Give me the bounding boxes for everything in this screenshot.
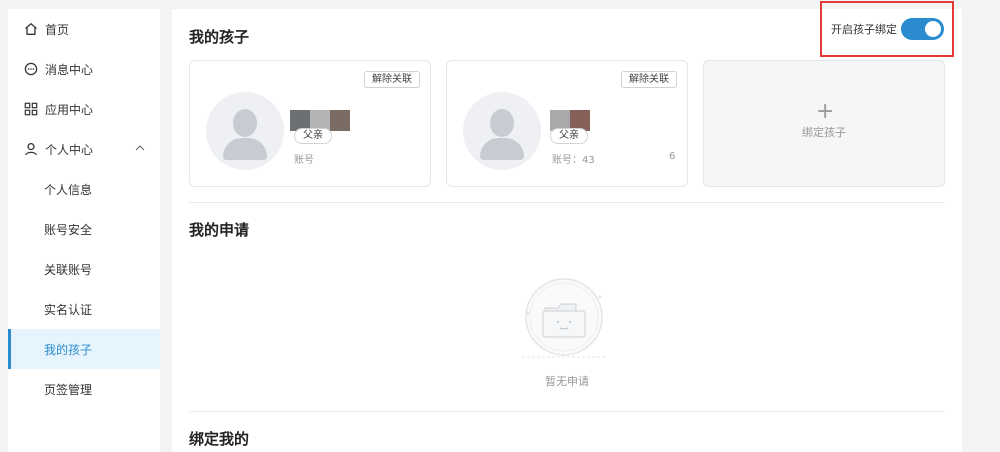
unbind-button[interactable]: 解除关联 (621, 71, 677, 88)
account-text: 账号：43 (552, 155, 595, 166)
sidebar-item-account-security[interactable]: 账号安全 (8, 209, 160, 249)
main-panel: 我的孩子 开启孩子绑定 解除关联 父亲 账号 解除关联 父亲 账号：43 6 +… (172, 1, 962, 452)
sidebar-item-label: 账号安全 (44, 222, 93, 237)
divider (189, 411, 945, 412)
nav-apps-label: 应用中心 (45, 102, 94, 117)
sidebar-item-personal-info[interactable]: 个人信息 (8, 169, 160, 209)
nav-messages-label: 消息中心 (45, 62, 94, 77)
sidebar-item-label: 我的孩子 (44, 342, 93, 357)
empty-requests-text: 暂无申请 (545, 375, 589, 388)
bind-child-card[interactable]: + 绑定孩子 (703, 60, 945, 187)
avatar (463, 92, 541, 170)
child-binding-toggle-group: 开启孩子绑定 (820, 1, 954, 57)
grid-icon (24, 102, 38, 116)
message-icon (24, 62, 38, 76)
sidebar-item-real-name[interactable]: 实名认证 (8, 289, 160, 329)
child-binding-toggle[interactable] (901, 18, 944, 40)
child-binding-toggle-label: 开启孩子绑定 (831, 23, 897, 36)
bind-child-label: 绑定孩子 (802, 126, 846, 139)
sidebar-item-tab-management[interactable]: 页签管理 (8, 369, 160, 409)
account-text: 账号 (294, 155, 314, 166)
sidebar-item-label: 实名认证 (44, 302, 93, 317)
child-card: 解除关联 父亲 账号：43 6 (446, 60, 688, 187)
nav-apps[interactable]: 应用中心 (8, 89, 160, 129)
relation-badge: 父亲 (294, 128, 332, 144)
unbind-button[interactable]: 解除关联 (364, 71, 420, 88)
sidebar: 首页 消息中心 应用中心 个人中心 个人信息 账号安全 关联账号 实名认证 我的… (8, 9, 160, 452)
chevron-up-icon[interactable] (134, 142, 146, 157)
sidebar-item-label: 关联账号 (44, 262, 93, 277)
plus-icon: + (816, 99, 835, 124)
nav-home-label: 首页 (45, 22, 70, 37)
nav-personal-label: 个人中心 (45, 142, 94, 157)
user-icon (24, 142, 38, 156)
avatar (206, 92, 284, 170)
sidebar-item-linked-accounts[interactable]: 关联账号 (8, 249, 160, 289)
my-children-title: 我的孩子 (189, 28, 250, 46)
empty-folder-icon (518, 275, 610, 367)
home-icon (24, 22, 38, 36)
sidebar-item-label: 页签管理 (44, 382, 93, 397)
nav-personal[interactable]: 个人中心 (8, 129, 160, 169)
bound-me-title: 绑定我的 (189, 430, 250, 448)
sidebar-item-my-children[interactable]: 我的孩子 (8, 329, 160, 369)
account-text-suffix: 6 (669, 151, 676, 162)
my-requests-title: 我的申请 (189, 221, 250, 239)
child-card: 解除关联 父亲 账号 (189, 60, 431, 187)
nav-home[interactable]: 首页 (8, 9, 160, 49)
divider (189, 202, 945, 203)
nav-messages[interactable]: 消息中心 (8, 49, 160, 89)
relation-badge: 父亲 (550, 128, 588, 144)
sidebar-item-label: 个人信息 (44, 182, 93, 197)
